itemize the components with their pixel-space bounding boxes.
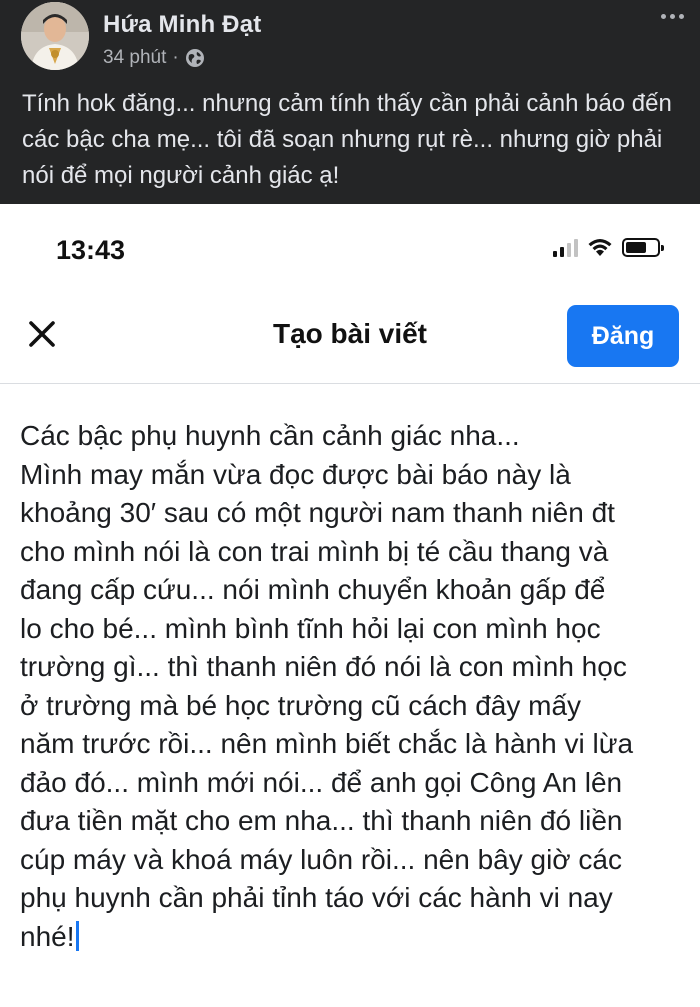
composer-line: nhé! (20, 920, 75, 952)
phone-screenshot: 13:43 Tạo bài viết Đăng Các bậc phụ huyn… (0, 204, 700, 1007)
status-bar-time: 13:43 (56, 235, 126, 265)
author-name[interactable]: Hứa Minh Đạt (103, 11, 261, 39)
composer-line: cho mình nói là con trai mình bị té cầu … (20, 535, 609, 567)
wifi-icon (588, 239, 612, 256)
post-composer-textarea[interactable]: Các bậc phụ huynh cần cảnh giác nha... M… (20, 417, 685, 956)
post-text: Tính hok đăng... nhưng cảm tính thấy cần… (22, 90, 672, 189)
composer-line: phụ huynh cần phải tỉnh táo với các hành… (20, 882, 613, 913)
composer-line: đảo đó... mình mới nói... để anh gọi Côn… (20, 766, 623, 798)
header-divider (0, 383, 700, 384)
composer-line: đưa tiền mặt cho em nha... thì thanh niê… (20, 805, 623, 836)
composer-line: đang cấp cứu... nói mình chuyển khoản gấ… (20, 574, 606, 605)
status-bar-icons (553, 237, 664, 257)
composer-line: khoảng 30′ sau có một người nam thanh ni… (20, 497, 615, 528)
composer-line: ở trường mà bé học trường cũ cách đây mấ… (20, 689, 582, 721)
composer-last-line: nhé! (20, 918, 685, 957)
post-meta: 34 phút · (103, 47, 205, 69)
composer-line: lo cho bé... mình bình tĩnh hỏi lại con … (20, 612, 601, 644)
composer-line: Các bậc phụ huynh cần cảnh giác nha... (20, 420, 520, 451)
globe-icon[interactable] (185, 48, 205, 68)
composer-line: trường gì... thì thanh niên đó nói là co… (20, 651, 627, 682)
post-button[interactable]: Đăng (567, 305, 679, 367)
composer-line: năm trước rồi... nên mình biết chắc là h… (20, 728, 634, 759)
avatar-image (21, 2, 89, 70)
composer-line: Mình may mắn vừa đọc được bài báo này là (20, 458, 571, 490)
meta-separator: · (172, 47, 179, 68)
more-horizontal-icon[interactable] (661, 14, 684, 19)
composer-line: cúp máy và khoá máy luôn rồi... nên bây … (20, 843, 622, 875)
signal-icon (553, 238, 578, 257)
avatar[interactable] (21, 2, 89, 70)
facebook-post: Hứa Minh Đạt 34 phút · Tính hok đăng... … (0, 0, 700, 204)
post-timestamp[interactable]: 34 phút (103, 47, 166, 69)
battery-icon (622, 237, 664, 257)
text-cursor (75, 920, 79, 951)
